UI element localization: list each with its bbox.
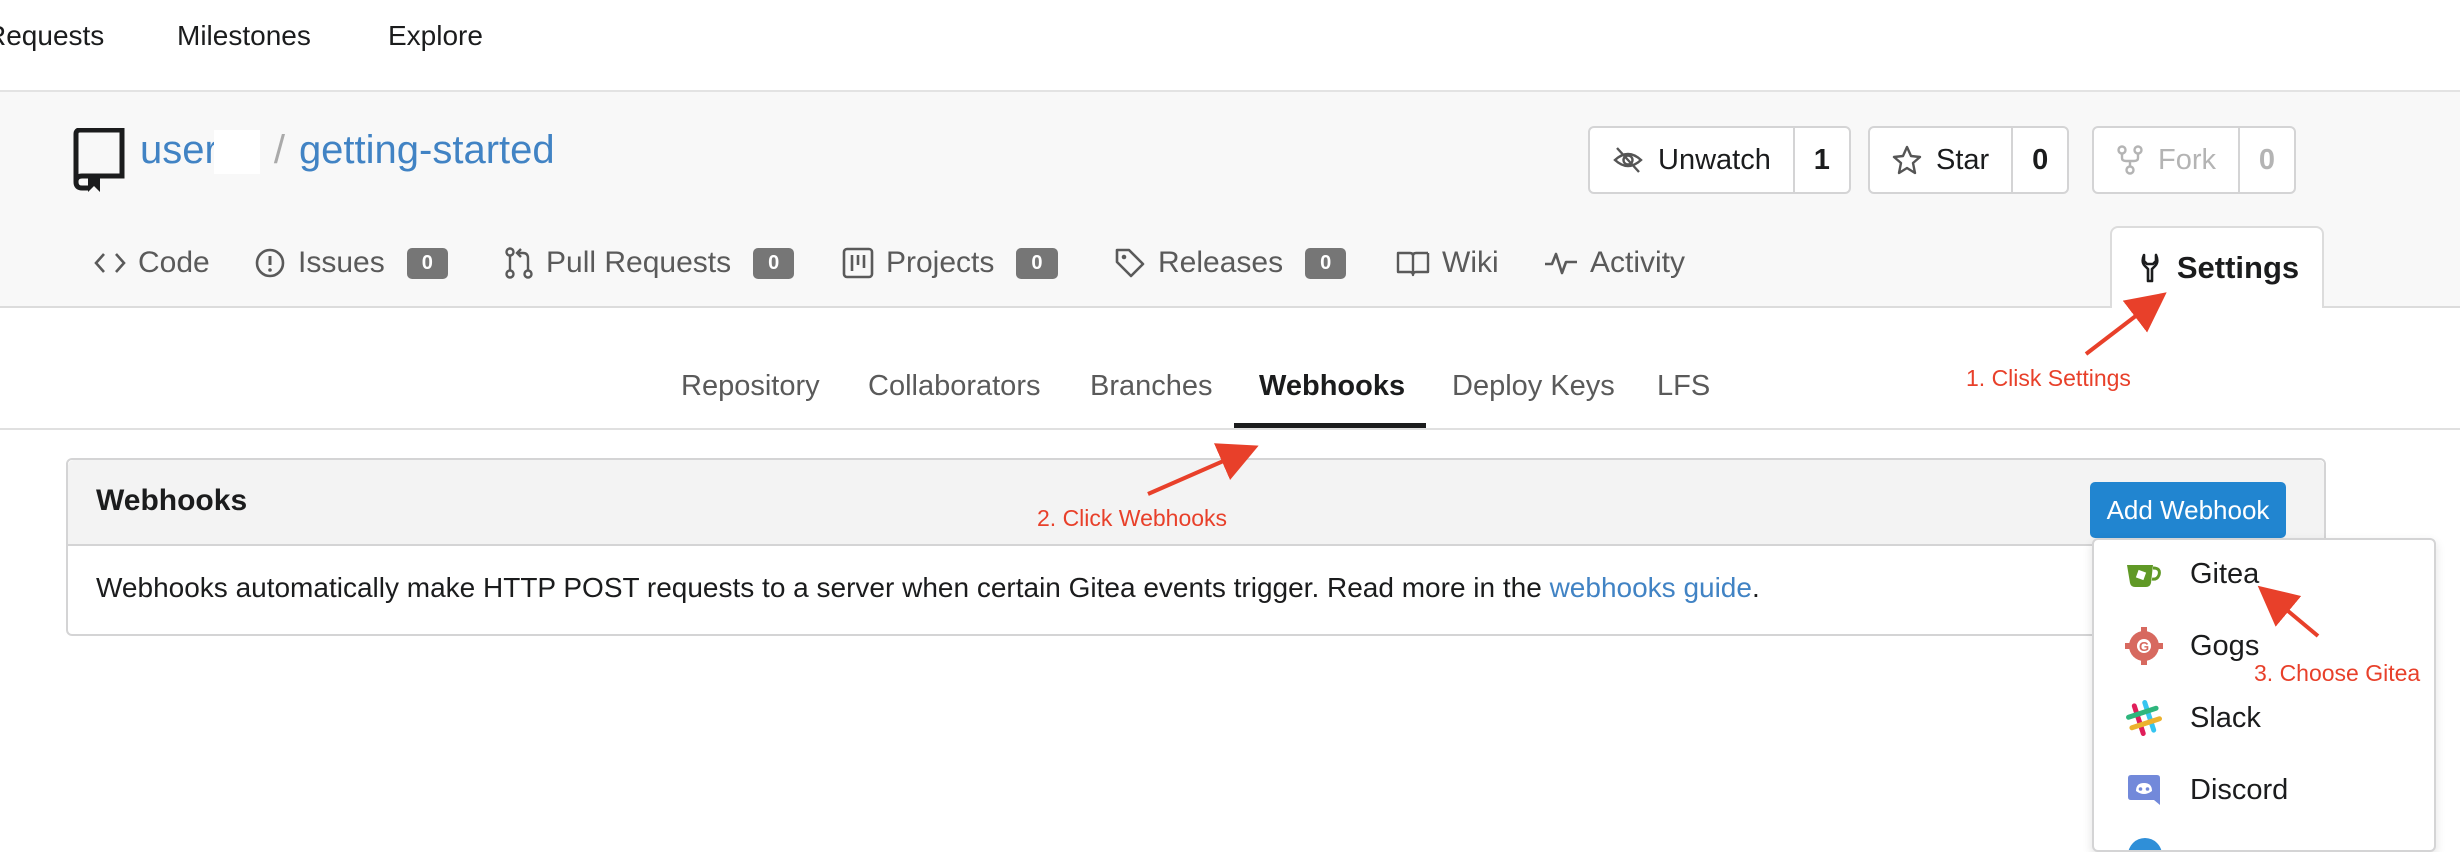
arrow-to-settings xyxy=(2084,292,2167,356)
arrow-to-gitea xyxy=(2257,585,2320,638)
arrow-to-webhooks xyxy=(1147,443,1259,496)
annotation-arrows xyxy=(1147,292,2320,638)
dropdown-next-item-partial xyxy=(2128,838,2162,850)
